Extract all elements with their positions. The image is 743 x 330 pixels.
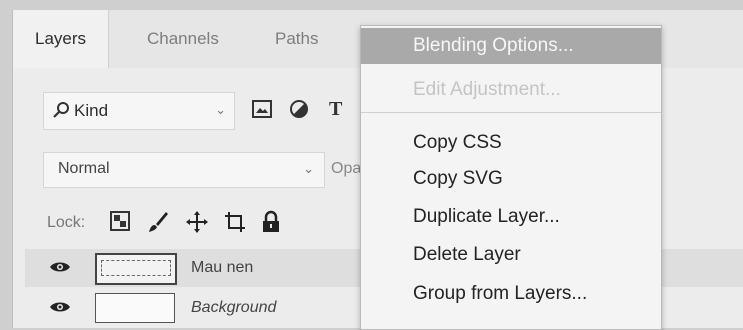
chevron-down-icon: ⌄ (303, 161, 314, 176)
lock-label: Lock: (47, 214, 86, 231)
tab-paths[interactable]: Paths (253, 10, 340, 68)
chevron-down-icon: ⌄ (215, 102, 226, 117)
filter-kind-dropdown[interactable]: Kind ⌄ (43, 92, 235, 130)
brush-icon[interactable] (147, 210, 169, 234)
menu-item-blending-options[interactable]: Blending Options... (361, 28, 661, 64)
layer-name: Background (191, 299, 277, 316)
type-layer-filter-icon[interactable]: T (329, 98, 342, 121)
tab-channels[interactable]: Channels (125, 10, 241, 68)
menu-item-copy-svg[interactable]: Copy SVG (361, 161, 661, 197)
lock-transparent-pixels-icon[interactable] (109, 210, 131, 232)
layer-context-menu: Blending Options... Edit Adjustment... C… (360, 25, 662, 330)
menu-item-copy-css[interactable]: Copy CSS (361, 125, 661, 161)
menu-item-edit-adjustment: Edit Adjustment... (413, 79, 561, 100)
layer-thumbnail (95, 293, 175, 323)
menu-separator (361, 112, 661, 113)
pixel-layer-filter-icon[interactable] (251, 99, 273, 119)
adjustment-layer-filter-icon[interactable] (289, 99, 309, 119)
menu-item-duplicate-layer[interactable]: Duplicate Layer... (361, 199, 661, 235)
menu-item-delete-layer[interactable]: Delete Layer (361, 237, 661, 273)
search-icon (53, 102, 69, 118)
blend-mode-value: Normal (58, 160, 110, 177)
layer-name: Mau nen (191, 259, 254, 276)
eye-icon[interactable] (49, 260, 71, 274)
tab-layers[interactable]: Layers (13, 10, 110, 68)
filter-kind-label: Kind (74, 101, 109, 120)
layer-thumbnail (95, 253, 177, 285)
lock-all-icon[interactable] (261, 210, 281, 234)
artboard-icon[interactable] (223, 210, 247, 234)
move-icon[interactable] (185, 210, 209, 234)
menu-item-group-from-layers[interactable]: Group from Layers... (361, 276, 661, 312)
blend-mode-dropdown[interactable]: Normal ⌄ (43, 152, 325, 188)
eye-icon[interactable] (49, 300, 71, 314)
